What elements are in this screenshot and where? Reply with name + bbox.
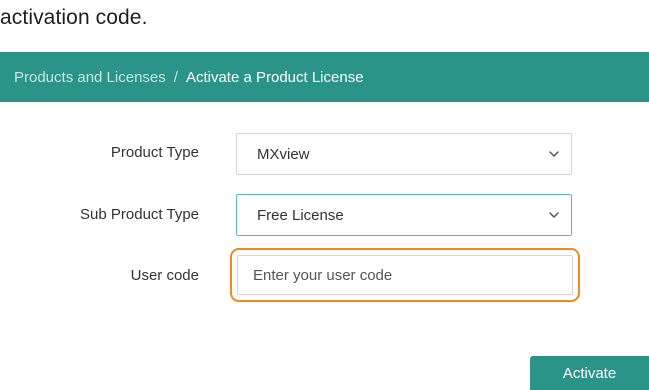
chevron-down-icon bbox=[549, 212, 559, 218]
activation-page: activation code. Products and Licenses /… bbox=[0, 0, 649, 390]
breadcrumb-current: Activate a Product License bbox=[185, 68, 364, 86]
user-code-highlight bbox=[230, 248, 580, 302]
product-type-label: Product Type bbox=[110, 144, 199, 161]
user-code-label: User code bbox=[130, 267, 199, 284]
breadcrumb-separator: / bbox=[173, 68, 178, 86]
user-code-input[interactable] bbox=[237, 255, 573, 295]
sub-product-type-label: Sub Product Type bbox=[80, 206, 199, 223]
breadcrumb: Products and Licenses / Activate a Produ… bbox=[0, 52, 649, 102]
sub-product-type-value: Free License bbox=[257, 206, 344, 224]
intro-text: activation code. bbox=[0, 6, 148, 29]
product-type-select[interactable]: MXview bbox=[236, 133, 572, 175]
breadcrumb-products-link[interactable]: Products and Licenses bbox=[14, 69, 166, 86]
product-type-value: MXview bbox=[257, 145, 310, 163]
activate-button[interactable]: Activate bbox=[530, 356, 649, 390]
chevron-down-icon bbox=[549, 151, 559, 157]
sub-product-type-select[interactable]: Free License bbox=[236, 194, 572, 236]
